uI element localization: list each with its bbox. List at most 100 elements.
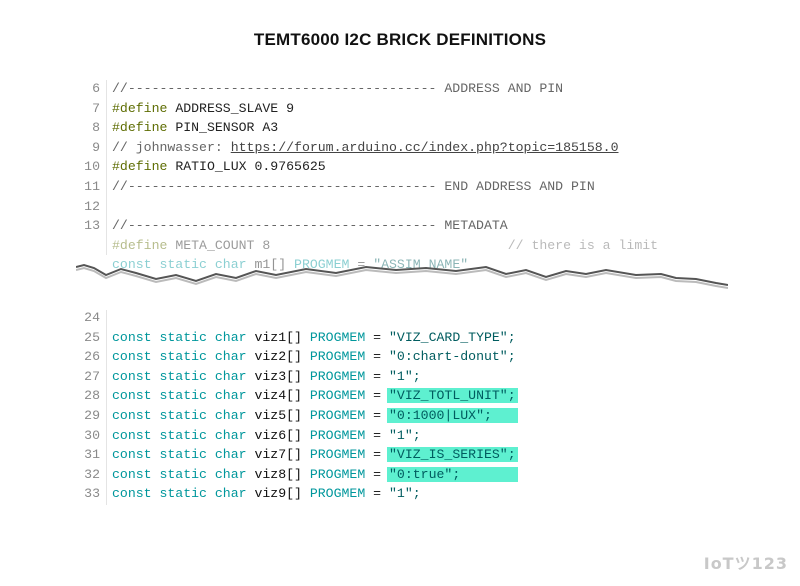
code-token: //--------------------------------------… [112,178,595,194]
line-number: 28 [84,388,100,404]
code-text: //--------------------------------------… [106,216,508,236]
code-token: PROGMEM [309,466,366,482]
code-block-bottom: 24 25 const static char viz1[] PROGMEM = "… [80,308,518,504]
code-text: const static char viz6[] PROGMEM = "1"; [106,426,421,446]
code-token: viz6[] [246,427,310,443]
code-line: 28 const static char viz4[] PROGMEM = "VI… [80,386,518,406]
code-token: = [365,407,390,423]
line-number: 32 [84,466,100,482]
code-token: const static char [112,466,247,482]
code-token: "0:chart-donut"; [389,349,516,365]
code-token: = [365,466,390,482]
code-line: 9 // johnwasser: https://forum.arduino.cc… [80,138,658,158]
code-token: PROGMEM [309,407,366,423]
code-line: 32 const static char viz8[] PROGMEM = "0:… [80,465,518,485]
code-token: const static char [112,486,247,502]
line-number: 26 [84,349,100,365]
code-token: PROGMEM [309,427,366,443]
code-token: = [365,349,390,365]
code-line: 26 const static char viz2[] PROGMEM = "0:… [80,347,518,367]
code-token: PROGMEM [309,388,366,404]
code-block-top: 6 //-------------------------------------… [80,79,658,275]
code-line: 27 const static char viz3[] PROGMEM = "1"… [80,367,518,387]
code-token: = [365,329,390,345]
line-number: 29 [84,407,100,423]
code-line: 31 const static char viz7[] PROGMEM = "VI… [80,445,518,465]
code-token: #define [112,100,168,116]
code-line: 6 //-------------------------------------… [80,79,658,99]
highlighted-string: "VIZ_IS_SERIES"; [387,447,518,463]
code-text: #define PIN_SENSOR A3 [106,118,278,138]
code-text: #define RATIO_LUX 0.9765625 [106,157,326,177]
line-number: 6 [92,81,100,96]
code-line: 25 const static char viz1[] PROGMEM = "VI… [80,328,518,348]
code-link[interactable]: https://forum.arduino.cc/index.php?topic… [231,140,619,155]
code-text: const static char viz1[] PROGMEM = "VIZ_… [106,328,516,348]
line-number: 24 [84,310,100,325]
line-number: 31 [84,447,100,463]
code-text: const static char viz3[] PROGMEM = "1"; [106,367,421,387]
line-number: 25 [84,329,100,345]
code-token: "VIZ_CARD_TYPE"; [389,329,516,345]
code-text: // johnwasser: https://forum.arduino.cc/… [106,138,619,158]
code-token: viz9[] [246,486,310,502]
code-token: viz3[] [246,368,310,384]
code-token: "1"; [389,427,421,443]
code-text: const static char viz4[] PROGMEM = "VIZ_… [106,386,518,406]
code-token: const static char [112,329,247,345]
code-token: META_COUNT 8 [167,237,508,253]
code-token: const static char [112,427,247,443]
highlighted-string: "0:true"; [387,466,518,482]
code-token: = [365,486,390,502]
line-number: 33 [84,486,100,502]
code-token: "1"; [389,368,421,384]
code-token: #define [112,159,168,175]
code-line: #define META_COUNT 8 // there is a limit [80,236,658,256]
code-line: 33 const static char viz9[] PROGMEM = "1"… [80,484,518,504]
code-text: #define META_COUNT 8 // there is a limit [106,236,658,256]
code-token: PROGMEM [309,447,366,463]
code-token: = [365,447,390,463]
code-token: PROGMEM [309,329,366,345]
code-token: = [365,368,390,384]
code-token: // johnwasser: [112,139,231,155]
code-line: 30 const static char viz6[] PROGMEM = "1"… [80,426,518,446]
code-token: viz7[] [246,447,310,463]
code-token: const static char [112,407,247,423]
page-title: TEMT6000 I2C BRICK DEFINITIONS [253,30,547,49]
code-text: const static char viz9[] PROGMEM = "1"; [106,484,421,504]
code-line: 7 #define ADDRESS_SLAVE 9 [80,99,658,119]
highlighted-string: "VIZ_TOTL_UNIT"; [387,388,518,404]
line-number: 9 [92,139,100,155]
code-token: #define [112,237,168,253]
code-token: //--------------------------------------… [112,81,564,96]
code-text: const static char viz7[] PROGMEM = "VIZ_… [106,445,518,465]
highlighted-string: "0:1000|LUX"; [387,407,518,423]
brand-logo: IoTツ123 [703,554,788,573]
code-text: const static char viz8[] PROGMEM = "0:tr… [106,465,518,485]
code-line: 8 #define PIN_SENSOR A3 [80,118,658,138]
code-line: 13 //------------------------------------… [80,216,658,236]
torn-paper-edge [76,263,728,295]
code-token: ADDRESS_SLAVE 9 [167,100,295,116]
code-token: const static char [112,349,247,365]
code-token: // there is a limit [507,237,659,253]
code-token: viz2[] [246,349,310,365]
code-token: = [365,427,390,443]
code-token: PROGMEM [309,486,366,502]
code-text: //--------------------------------------… [106,177,595,197]
code-line: 24 [80,308,518,328]
code-token: viz5[] [246,407,310,423]
line-number: 13 [84,218,100,234]
code-token: "1"; [389,486,421,502]
code-token: const static char [112,447,247,463]
code-token: viz1[] [246,329,310,345]
line-number: 27 [84,368,100,384]
code-text: const static char viz5[] PROGMEM = "0:10… [106,406,518,426]
code-token: viz8[] [246,466,310,482]
code-token: PROGMEM [309,349,366,365]
line-number: 30 [84,427,100,443]
code-line: 12 [80,197,658,217]
code-line: 11 //------------------------------------… [80,177,658,197]
line-number: 12 [84,198,100,214]
